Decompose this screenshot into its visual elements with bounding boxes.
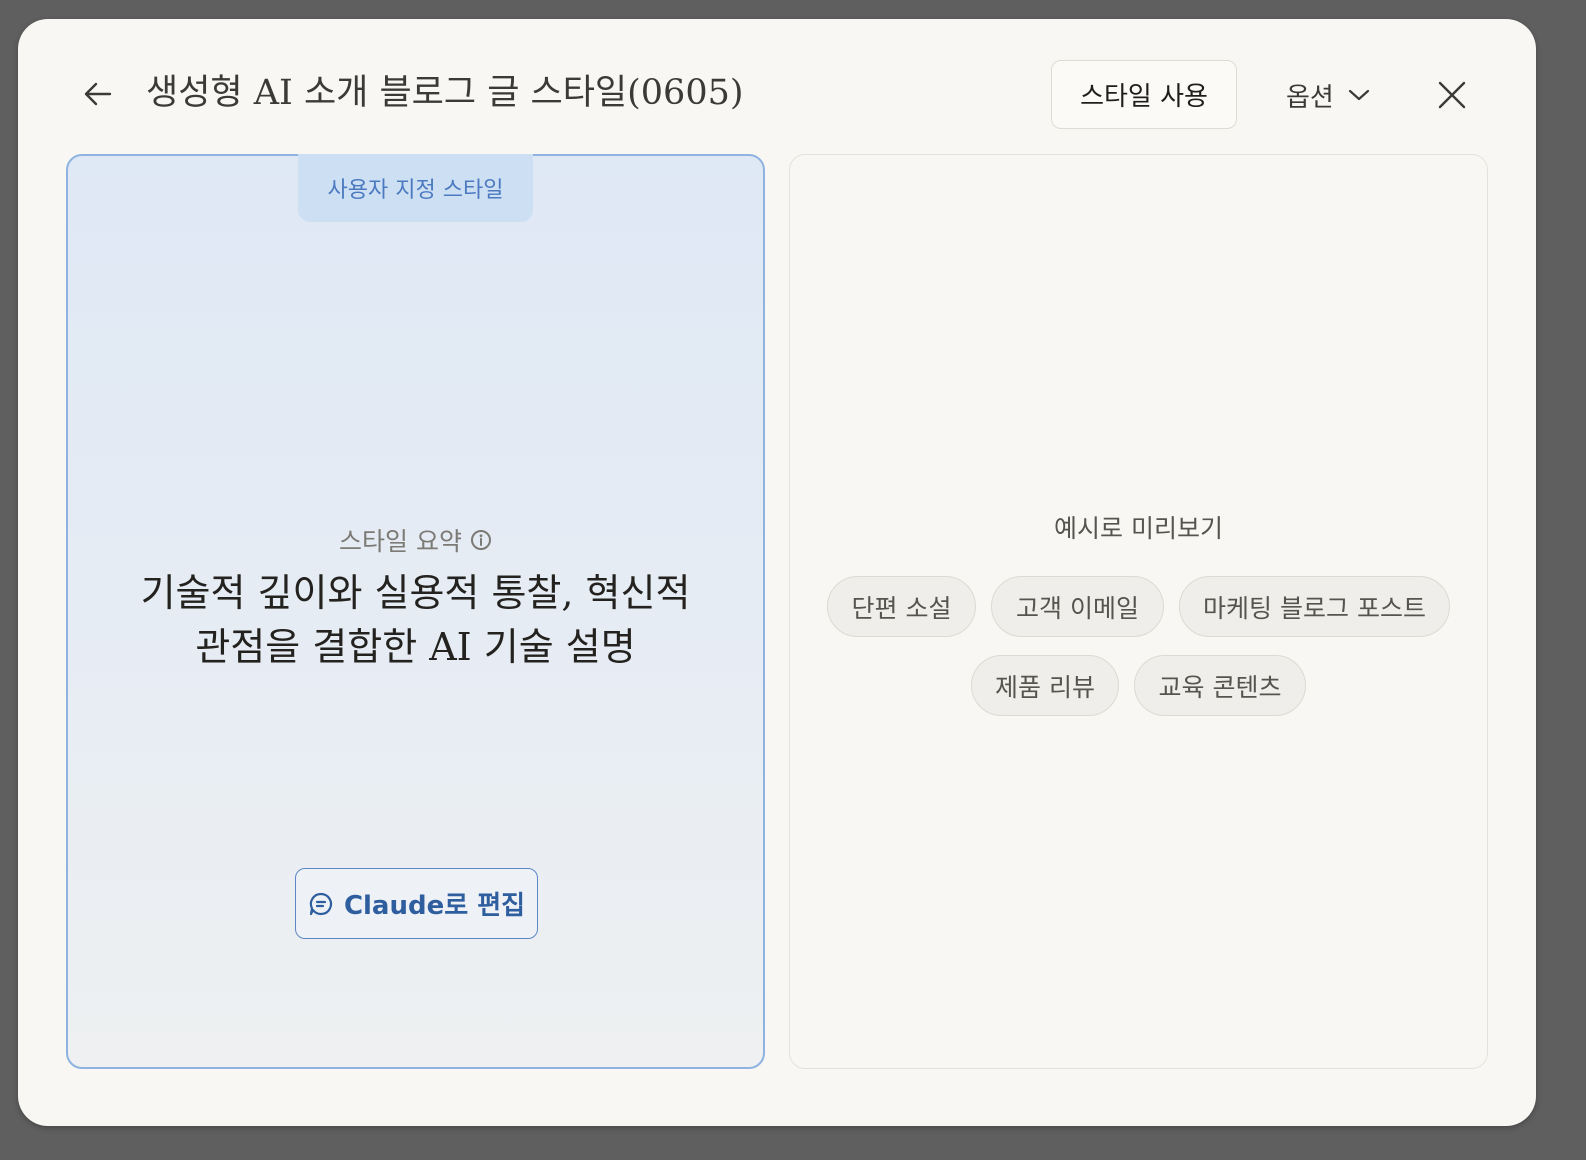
- info-icon[interactable]: [470, 529, 492, 551]
- edit-with-claude-button[interactable]: Claude로 편집: [295, 868, 538, 939]
- example-chip-marketing-blog[interactable]: 마케팅 블로그 포스트: [1179, 576, 1450, 637]
- use-style-button[interactable]: 스타일 사용: [1051, 60, 1237, 129]
- style-modal: 생성형 AI 소개 블로그 글 스타일(0605) 스타일 사용 옵션 사용자 …: [18, 19, 1536, 1126]
- close-button[interactable]: [1432, 75, 1472, 115]
- preview-panel: 예시로 미리보기 단편 소설 고객 이메일 마케팅 블로그 포스트 제품 리뷰 …: [789, 154, 1488, 1069]
- edit-with-claude-label: Claude로 편집: [343, 891, 526, 921]
- summary-line-2: 관점을 결합한 AI 기술 설명: [195, 625, 636, 669]
- style-summary-label: 스타일 요약: [339, 527, 462, 556]
- page-title: 생성형 AI 소개 블로그 글 스타일(0605): [146, 73, 744, 113]
- example-chip-customer-email[interactable]: 고객 이메일: [991, 576, 1164, 637]
- custom-style-tab: 사용자 지정 스타일: [298, 154, 533, 222]
- summary-line-1: 기술적 깊이와 실용적 통찰, 혁신적: [140, 571, 691, 615]
- chevron-down-icon: [1348, 89, 1369, 101]
- preview-label: 예시로 미리보기: [1054, 514, 1223, 543]
- close-icon: [1438, 81, 1466, 109]
- options-label: 옵션: [1286, 82, 1334, 113]
- style-summary-heading: 스타일 요약: [68, 522, 763, 558]
- custom-style-panel: 사용자 지정 스타일 스타일 요약 기술적 깊이와 실용적 통찰, 혁신적 관점…: [66, 154, 765, 1069]
- style-summary-text: 기술적 깊이와 실용적 통찰, 혁신적 관점을 결합한 AI 기술 설명: [98, 566, 733, 674]
- example-chip-short-story[interactable]: 단편 소설: [827, 576, 976, 637]
- options-dropdown[interactable]: 옵션: [1286, 75, 1370, 115]
- arrow-left-icon: [84, 82, 112, 106]
- example-chip-product-review[interactable]: 제품 리뷰: [971, 655, 1119, 716]
- example-chip-education-content[interactable]: 교육 콘텐츠: [1134, 655, 1306, 716]
- back-button[interactable]: [80, 76, 116, 112]
- chat-bubble-icon: [309, 892, 333, 915]
